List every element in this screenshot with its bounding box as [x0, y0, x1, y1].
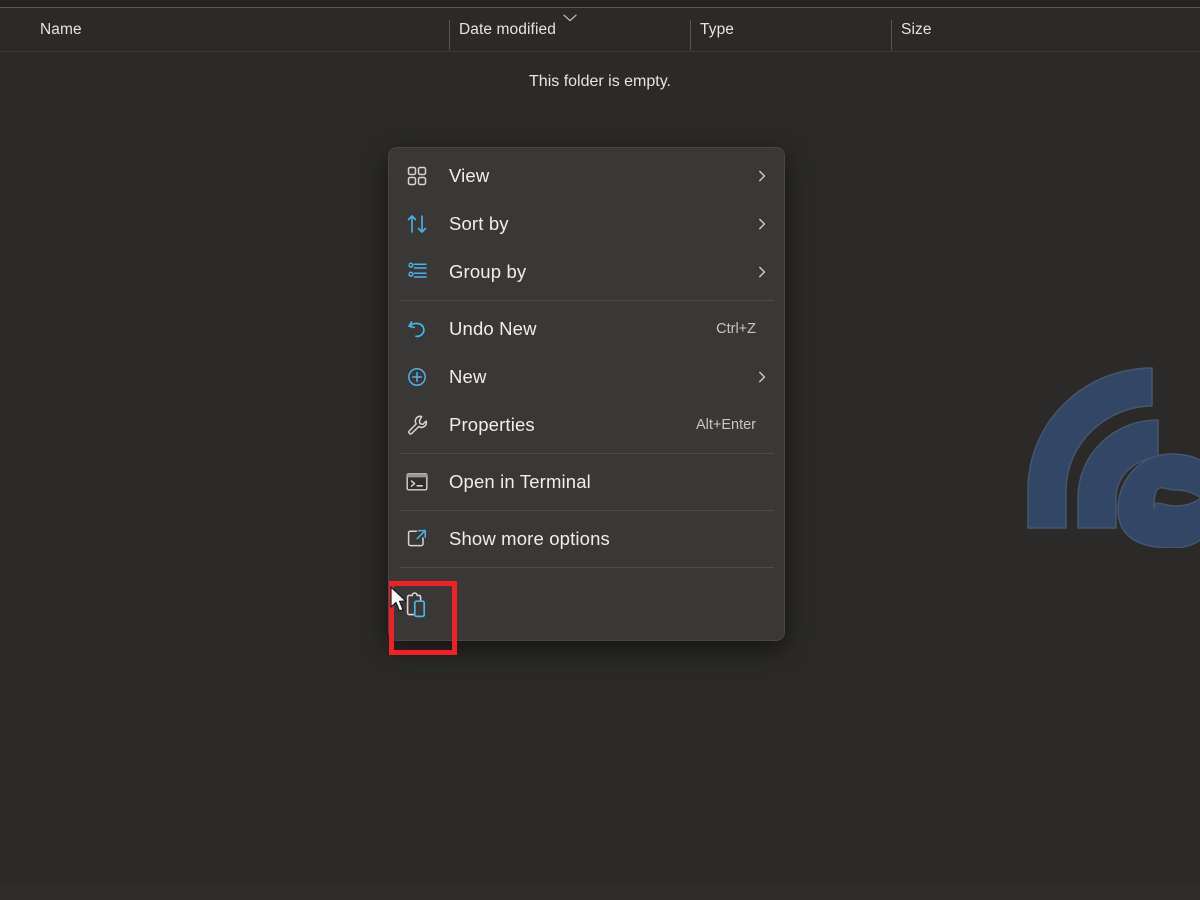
menu-item-label: Show more options [449, 528, 610, 549]
grid-view-icon [397, 161, 437, 191]
c-logo-watermark [1022, 358, 1200, 548]
menu-item-properties[interactable]: Properties Alt+Enter [389, 401, 784, 449]
terminal-icon [397, 467, 437, 497]
menu-item-label: Undo New [449, 318, 537, 339]
column-header-name[interactable]: Name [40, 8, 449, 52]
menu-item-label: New [449, 366, 487, 387]
menu-separator [399, 300, 774, 301]
menu-separator [399, 453, 774, 454]
menu-item-shortcut: Ctrl+Z [716, 321, 756, 337]
undo-icon [397, 314, 437, 344]
menu-item-open-in-terminal[interactable]: Open in Terminal [389, 458, 784, 506]
empty-folder-message: This folder is empty. [529, 73, 671, 90]
new-plus-icon [397, 362, 437, 392]
column-divider[interactable] [891, 20, 892, 50]
menu-icon-row[interactable] [389, 572, 784, 640]
column-header-rule [0, 51, 1200, 52]
menu-item-label: View [449, 165, 490, 186]
context-menu[interactable]: View Sort by Group by Undo New Ctrl+Z Ne… [388, 147, 785, 641]
column-divider[interactable] [449, 20, 450, 50]
menu-item-undo-new[interactable]: Undo New Ctrl+Z [389, 305, 784, 353]
menu-item-shortcut: Alt+Enter [695, 417, 756, 433]
menu-item-view[interactable]: View [389, 152, 784, 200]
window-bottom-band [0, 884, 1200, 900]
menu-item-group-by[interactable]: Group by [389, 248, 784, 296]
window-top-strip [0, 0, 1200, 7]
menu-item-show-more-options[interactable]: Show more options [389, 515, 784, 563]
chevron-right-icon [754, 216, 770, 232]
menu-separator [399, 510, 774, 511]
chevron-right-icon [754, 264, 770, 280]
chevron-right-icon [754, 369, 770, 385]
menu-item-label: Properties [449, 414, 535, 435]
file-explorer-window: Name Date modified Type Size This folder i… [0, 0, 1200, 900]
show-more-icon [397, 524, 437, 554]
menu-separator [399, 567, 774, 568]
menu-item-new[interactable]: New [389, 353, 784, 401]
column-header-bar: Name Date modified Type Size [0, 8, 1200, 52]
paste-icon[interactable] [397, 591, 437, 621]
sort-indicator-chevron-down-icon [561, 13, 579, 23]
column-divider[interactable] [690, 20, 691, 50]
group-by-icon [397, 257, 437, 287]
wrench-icon [397, 410, 437, 440]
menu-item-label: Open in Terminal [449, 471, 591, 492]
sort-icon [397, 209, 437, 239]
menu-item-label: Sort by [449, 213, 509, 234]
menu-item-label: Group by [449, 261, 527, 282]
column-header-size[interactable]: Size [901, 8, 1025, 52]
chevron-right-icon [754, 168, 770, 184]
menu-item-sort-by[interactable]: Sort by [389, 200, 784, 248]
column-header-type[interactable]: Type [700, 8, 891, 52]
